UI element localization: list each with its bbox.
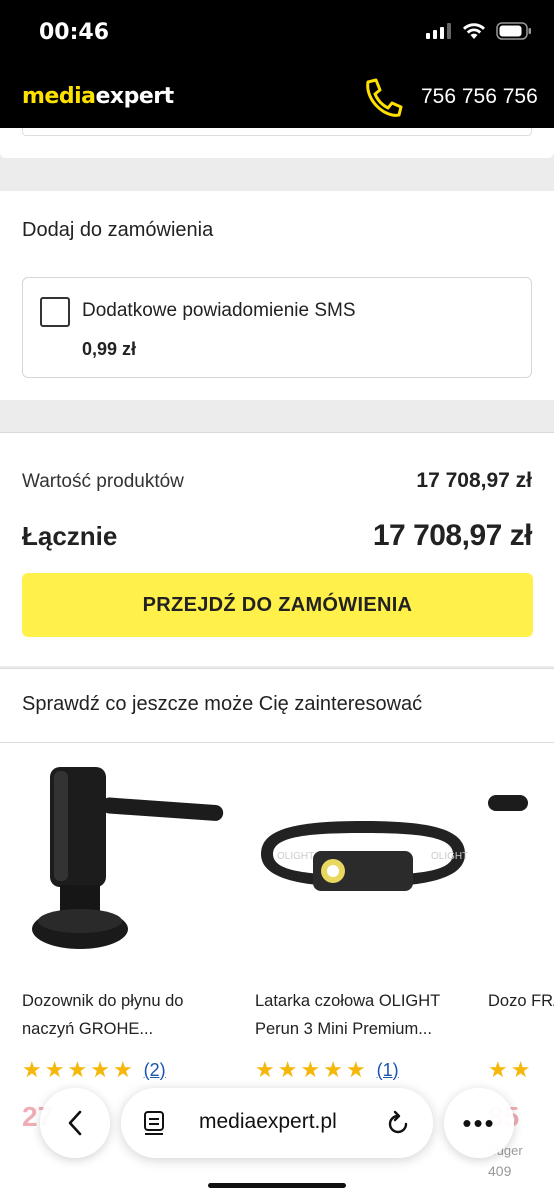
rating-stars: ★ ★ ★ ★ ★ (2) [22, 1059, 166, 1081]
signal-icon [426, 23, 451, 39]
star-icon: ★ [112, 1057, 133, 1082]
total-amount: 17 708,97 zł [372, 519, 533, 552]
star-icon: ★ [277, 1057, 298, 1082]
chevron-left-icon [68, 1110, 82, 1136]
review-count-link[interactable]: (1) [377, 1060, 399, 1081]
phone-icon[interactable] [360, 76, 404, 120]
recommendations-title: Sprawdź co jeszcze może Cię zainteresowa… [22, 693, 423, 715]
proceed-to-order-button[interactable]: PRZEJDŹ DO ZAMÓWIENIA [22, 573, 533, 637]
star-icon: ★ [323, 1057, 343, 1082]
url-text[interactable]: mediaexpert.pl [199, 1110, 337, 1134]
logo-media-text: media [22, 84, 96, 109]
star-icon: ★ [22, 1057, 42, 1082]
status-icons [426, 22, 532, 40]
more-dots-icon: ••• [462, 1107, 496, 1138]
product-name[interactable]: Dozownik do płynu do naczyń GROHE... [22, 987, 237, 1043]
soap-dispenser-image[interactable] [22, 759, 237, 959]
previous-card-inner [22, 128, 532, 136]
status-bar: 00:46 [0, 0, 554, 70]
reload-icon[interactable] [385, 1109, 411, 1137]
rating-stars: ★ ★ [488, 1059, 530, 1081]
phone-number[interactable]: 756 756 756 [421, 85, 538, 109]
star-icon: ★ [90, 1057, 110, 1082]
svg-text:OLIGHT: OLIGHT [431, 851, 468, 862]
star-icon: ★ [44, 1057, 65, 1082]
browser-bottom-bar: mediaexpert.pl ••• [0, 1080, 554, 1170]
star-icon: ★ [67, 1057, 88, 1082]
product-name[interactable]: Latarka czołowa OLIGHT Perun 3 Mini Prem… [255, 987, 470, 1043]
star-icon: ★ [255, 1057, 275, 1082]
star-icon: ★ [300, 1057, 321, 1082]
divider [0, 742, 554, 743]
addons-section: Dodaj do zamówienia Dodatkowe powiadomie… [0, 191, 554, 400]
order-summary: Wartość produktów 17 708,97 zł Łącznie 1… [0, 432, 554, 666]
wifi-icon [463, 23, 485, 39]
addons-title: Dodaj do zamówienia [22, 219, 214, 241]
svg-text:OLIGHT: OLIGHT [277, 851, 314, 862]
previous-card-stub [0, 128, 554, 158]
sms-checkbox[interactable] [40, 297, 70, 327]
review-count-link[interactable]: (2) [144, 1060, 166, 1081]
page-menu-icon[interactable] [143, 1110, 165, 1136]
back-button[interactable] [40, 1088, 110, 1158]
products-value-amount: 17 708,97 zł [416, 469, 532, 492]
site-header: mediaexpert 756 756 756 [0, 70, 554, 128]
star-icon: ★ [488, 1057, 508, 1082]
product-name[interactable]: Dozo FRAN [488, 987, 554, 1015]
sms-label: Dodatkowe powiadomienie SMS [82, 300, 356, 321]
battery-icon [496, 22, 531, 40]
address-bar[interactable]: mediaexpert.pl [121, 1088, 433, 1158]
rating-stars: ★ ★ ★ ★ ★ (1) [255, 1059, 399, 1081]
headlamp-image[interactable]: OLIGHT OLIGHT [255, 759, 470, 959]
home-indicator [208, 1183, 346, 1188]
logo-expert-text: expert [95, 84, 174, 109]
star-icon: ★ [510, 1057, 531, 1082]
sms-price: 0,99 zł [82, 339, 137, 359]
sms-addon-option[interactable]: Dodatkowe powiadomienie SMS 0,99 zł [22, 277, 532, 378]
product-image-partial[interactable] [488, 759, 554, 959]
star-icon: ★ [345, 1057, 366, 1082]
status-time: 00:46 [39, 20, 110, 45]
mediaexpert-logo[interactable]: mediaexpert [22, 84, 174, 109]
total-label: Łącznie [22, 521, 118, 551]
products-value-label: Wartość produktów [22, 471, 184, 492]
more-options-button[interactable]: ••• [444, 1088, 514, 1158]
